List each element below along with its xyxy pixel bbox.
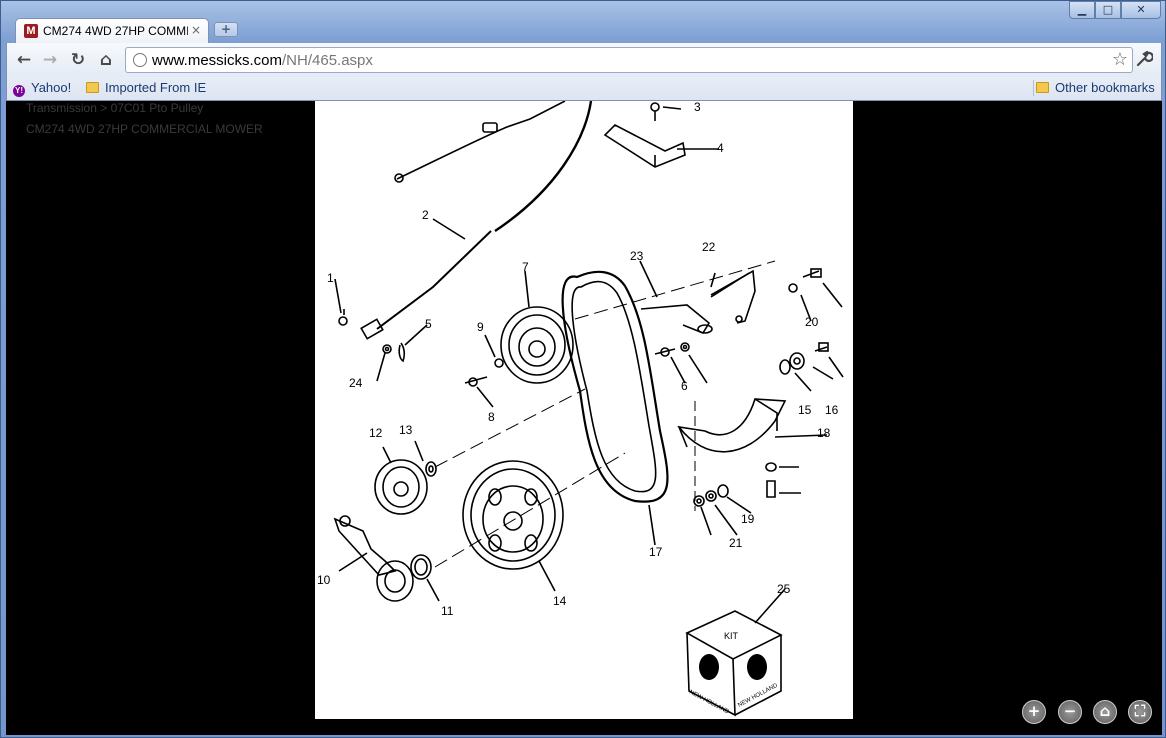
kit-label: KIT bbox=[724, 631, 739, 641]
bookmark-yahoo[interactable]: Y! Yahoo! bbox=[13, 80, 71, 97]
url-text: www.messicks.com/NH/465.aspx bbox=[152, 52, 373, 69]
callout-1: 1 bbox=[327, 271, 334, 285]
callout-4: 4 bbox=[717, 141, 724, 155]
tab-title: CM274 4WD 27HP COMMI bbox=[43, 24, 188, 38]
folder-icon bbox=[1036, 82, 1049, 93]
callout-9: 9 bbox=[477, 320, 484, 334]
bookmark-other-label: Other bookmarks bbox=[1055, 80, 1155, 95]
fullscreen-button[interactable]: ⛶ bbox=[1128, 700, 1152, 724]
yahoo-icon: Y! bbox=[13, 85, 25, 97]
zoom-in-button[interactable]: + bbox=[1022, 700, 1046, 724]
callout-25: 25 bbox=[777, 582, 791, 596]
callout-10: 10 bbox=[317, 573, 331, 587]
favicon-icon: M bbox=[24, 24, 38, 38]
url-host: www.messicks.com bbox=[152, 52, 283, 69]
callout-6: 6 bbox=[681, 379, 688, 393]
callout-14: 14 bbox=[553, 594, 567, 608]
zoom-home-button[interactable]: ⌂ bbox=[1093, 700, 1117, 724]
bookmark-folder-imported[interactable]: Imported From IE bbox=[86, 80, 206, 95]
browser-window: M CM274 4WD 27HP COMMI × + ▁ □ ✕ ← → ↻ ⌂… bbox=[0, 0, 1166, 738]
wrench-icon[interactable] bbox=[1135, 50, 1154, 73]
home-button[interactable]: ⌂ bbox=[95, 50, 117, 70]
callout-3: 3 bbox=[694, 101, 701, 114]
tab-active[interactable]: M CM274 4WD 27HP COMMI × bbox=[15, 18, 209, 43]
callout-19: 19 bbox=[741, 512, 755, 526]
callout-15: 15 bbox=[798, 403, 812, 417]
parts-diagram-drawing: 1 2 3 4 5 6 7 8 9 10 11 12 13 14 15 16 1… bbox=[317, 101, 844, 717]
callout-8: 8 bbox=[488, 410, 495, 424]
callout-23: 23 bbox=[630, 249, 644, 263]
address-bar[interactable]: www.messicks.com/NH/465.aspx ☆ bbox=[125, 47, 1133, 73]
parts-diagram[interactable]: 1 2 3 4 5 6 7 8 9 10 11 12 13 14 15 16 1… bbox=[315, 101, 853, 719]
page-viewport: Transmission > 07C01 Pto Pulley CM274 4W… bbox=[6, 101, 1162, 735]
wrench-glyph bbox=[1136, 50, 1154, 67]
url-path: /NH/465.aspx bbox=[282, 52, 373, 69]
bookmark-star-icon[interactable]: ☆ bbox=[1112, 49, 1128, 70]
tab-strip: M CM274 4WD 27HP COMMI × + ▁ □ ✕ bbox=[1, 1, 1166, 43]
callout-20: 20 bbox=[805, 315, 819, 329]
callout-13: 13 bbox=[399, 423, 413, 437]
globe-icon bbox=[133, 53, 147, 67]
bookmarks-divider bbox=[1033, 80, 1034, 96]
forward-button[interactable]: → bbox=[39, 50, 61, 70]
breadcrumb[interactable]: Transmission > 07C01 Pto Pulley bbox=[26, 101, 203, 115]
maximize-button[interactable]: □ bbox=[1095, 1, 1121, 19]
bookmarks-bar: Y! Yahoo! Imported From IE Other bookmark… bbox=[6, 77, 1162, 101]
new-tab-button[interactable]: + bbox=[214, 22, 238, 37]
callout-11: 11 bbox=[441, 604, 454, 618]
callout-24: 24 bbox=[349, 376, 363, 390]
callout-16: 16 bbox=[825, 403, 839, 417]
callout-7: 7 bbox=[522, 260, 529, 274]
callout-18: 18 bbox=[817, 426, 831, 440]
bookmark-folder-other[interactable]: Other bookmarks bbox=[1036, 80, 1155, 95]
reload-button[interactable]: ↻ bbox=[67, 50, 89, 70]
minimize-button[interactable]: ▁ bbox=[1069, 1, 1095, 19]
navigation-toolbar: ← → ↻ ⌂ www.messicks.com/NH/465.aspx ☆ bbox=[6, 43, 1162, 77]
callout-2: 2 bbox=[422, 208, 429, 222]
zoom-out-button[interactable]: − bbox=[1058, 700, 1082, 724]
back-button[interactable]: ← bbox=[13, 50, 35, 70]
brand-label-left: NEW HOLLAND bbox=[688, 689, 730, 715]
model-title: CM274 4WD 27HP COMMERCIAL MOWER bbox=[26, 122, 263, 136]
callout-12: 12 bbox=[369, 426, 383, 440]
callout-5: 5 bbox=[425, 317, 432, 331]
bookmark-yahoo-label: Yahoo! bbox=[31, 80, 72, 95]
close-tab-icon[interactable]: × bbox=[191, 23, 201, 37]
callout-17: 17 bbox=[649, 545, 663, 559]
callout-21: 21 bbox=[729, 536, 743, 550]
folder-icon bbox=[86, 82, 99, 93]
callout-22: 22 bbox=[702, 240, 716, 254]
bookmark-imported-label: Imported From IE bbox=[105, 80, 207, 95]
close-window-button[interactable]: ✕ bbox=[1121, 1, 1161, 19]
